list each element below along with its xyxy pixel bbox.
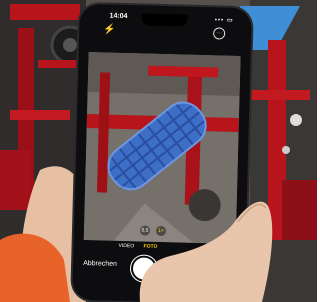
flash-icon[interactable]: ⚡ xyxy=(103,24,116,35)
signal-battery-icon: ▪▪▪ ▭ xyxy=(214,17,234,24)
switch-camera-icon[interactable] xyxy=(196,268,211,284)
shutter-button[interactable] xyxy=(132,257,156,280)
camera-viewfinder: 0,5 1× xyxy=(83,52,241,244)
photo: 14:04 ▪▪▪ ▭ ⚡ ··· 0,5 1× VIDEO FOTO Abbr… xyxy=(0,0,317,302)
mode-video[interactable]: VIDEO xyxy=(119,243,135,249)
camera-mode-selector: VIDEO FOTO xyxy=(73,242,245,256)
machine-frame-top-left xyxy=(10,4,80,20)
status-time: 14:04 xyxy=(109,12,128,21)
mode-foto[interactable]: FOTO xyxy=(143,244,157,250)
cancel-button[interactable]: Abbrechen xyxy=(83,260,117,268)
phone-notch xyxy=(141,13,188,27)
smartphone: 14:04 ▪▪▪ ▭ ⚡ ··· 0,5 1× VIDEO FOTO Abbr… xyxy=(72,3,252,302)
options-icon[interactable]: ··· xyxy=(213,27,226,40)
viewfinder-scene xyxy=(83,52,241,244)
